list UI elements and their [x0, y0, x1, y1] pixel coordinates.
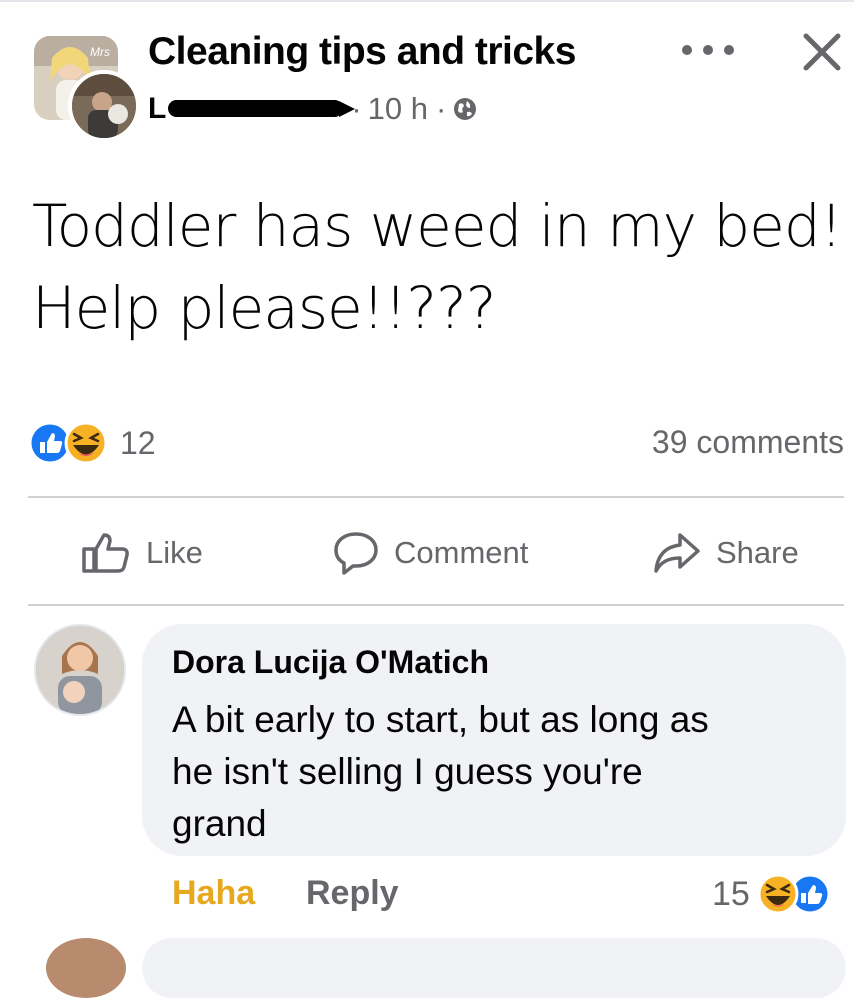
- comment-reaction-icons: [757, 873, 831, 915]
- group-name[interactable]: Cleaning tips and tricks: [148, 30, 576, 74]
- haha-reaction-link[interactable]: Haha: [172, 874, 255, 913]
- more-dot: [703, 45, 713, 55]
- like-button[interactable]: Like: [80, 528, 203, 578]
- post-meta: L · 10 h ·: [148, 90, 478, 128]
- comment-icon: [334, 532, 378, 575]
- next-comment-bubble: [142, 938, 846, 998]
- comment-reactions[interactable]: 15: [712, 872, 832, 916]
- like-label: Like: [146, 535, 203, 570]
- comment-text: A bit early to start, but as long as he …: [172, 694, 822, 850]
- post-text: Toddler has weed in my bed! Help please!…: [32, 185, 843, 349]
- redacted-name-bar: [168, 99, 356, 117]
- reply-link[interactable]: Reply: [306, 874, 399, 913]
- post-text-line: Toddler has weed in my bed!: [32, 192, 843, 260]
- commenter-avatar-image: [36, 626, 124, 714]
- comment-button[interactable]: Comment: [332, 528, 528, 578]
- globe-icon: [454, 98, 477, 120]
- top-divider: [0, 0, 854, 2]
- group-avatar-text: Mrs: [90, 45, 110, 59]
- author-avatar-image: [72, 74, 136, 138]
- haha-icon: [64, 421, 108, 465]
- author-name[interactable]: L: [148, 92, 166, 126]
- close-icon[interactable]: [800, 30, 844, 74]
- divider: [28, 496, 844, 498]
- comment-text-line: he isn't selling I guess you're: [172, 751, 643, 792]
- next-commenter-avatar[interactable]: [46, 938, 126, 998]
- share-button[interactable]: Share: [652, 528, 799, 578]
- comment-reaction-count: 15: [712, 874, 750, 913]
- more-dot: [682, 45, 692, 55]
- commenter-avatar[interactable]: [34, 624, 126, 716]
- like-icon: [28, 421, 72, 465]
- reaction-icons: [28, 421, 108, 465]
- comment-text-line: A bit early to start, but as long as: [172, 699, 709, 740]
- share-label: Share: [716, 535, 799, 570]
- author-avatar[interactable]: [68, 70, 140, 142]
- post-time[interactable]: 10 h: [368, 91, 428, 127]
- reaction-count: 12: [120, 424, 156, 461]
- thumbs-up-icon: [82, 533, 129, 573]
- more-options-button[interactable]: [682, 40, 734, 60]
- commenter-name[interactable]: Dora Lucija O'Matich: [172, 644, 489, 681]
- comment-label: Comment: [394, 535, 529, 570]
- more-dot: [724, 45, 734, 55]
- reactions-summary[interactable]: 12: [28, 420, 156, 466]
- comment-text-line: grand: [172, 803, 267, 844]
- haha-icon: [757, 873, 799, 915]
- comment-count-link[interactable]: 39 comments: [652, 424, 844, 461]
- post-text-line: Help please!!???: [32, 274, 497, 342]
- share-icon: [654, 533, 700, 573]
- meta-separator: ·: [436, 91, 447, 126]
- divider: [28, 604, 844, 606]
